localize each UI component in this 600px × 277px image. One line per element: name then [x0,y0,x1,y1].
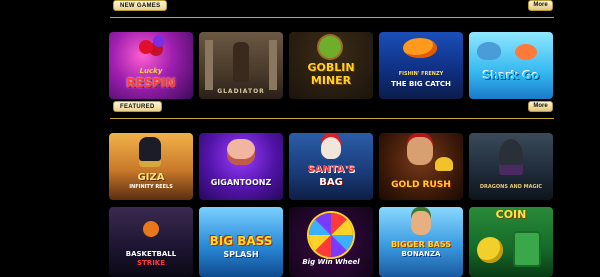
game-title: COIN [495,208,527,221]
santa-icon [321,137,341,159]
game-tile-santas-bag[interactable]: SANTA'S BAG [289,133,373,200]
game-title: INFINITY REELS [129,184,173,190]
game-title: STRIKE [136,259,166,267]
game-title: BIG BASS [209,234,273,248]
game-title: DRAGONS AND MAGIC [479,184,543,190]
game-title: GOLD RUSH [391,180,451,190]
shark-icon [515,44,537,60]
new-games-divider [110,17,554,18]
game-title: RESPIN [126,76,176,90]
game-title: GOBLIN [307,61,355,74]
game-lobby: NEW GAMES More Lucky RESPIN GLADIATOR GO… [0,0,600,277]
game-tile-gladiator[interactable]: GLADIATOR [199,32,283,99]
game-title: THE BIG CATCH [391,80,451,88]
featured-divider [110,118,554,119]
game-title: GIZA [137,172,165,183]
shark-icon [477,42,501,60]
wizard-icon [499,139,523,175]
game-tile-big-win-wheel[interactable]: Big Win Wheel [289,207,373,277]
game-tile-lucky-respin[interactable]: Lucky RESPIN [109,32,193,99]
grape-icon [153,35,165,47]
game-tile-dragons-and-magic[interactable]: DRAGONS AND MAGIC [469,133,553,200]
column-right [269,40,277,90]
cherry-icon [139,40,153,54]
game-title: BONANZA [401,250,441,258]
new-games-tag[interactable]: NEW GAMES [113,0,168,11]
gladiator-figure [233,42,249,82]
game-title: BASKETBALL [125,250,177,258]
game-title: BIGGER BASS [390,240,452,249]
game-tile-giza[interactable]: GIZA INFINITY REELS [109,133,193,200]
game-title: SANTA'S [307,164,355,175]
game-tile-gigantoonz[interactable]: GIGANTOONZ [199,133,283,200]
miner-icon [407,137,433,165]
goblin-icon [319,36,341,58]
game-title: GLADIATOR [217,88,265,95]
box-character-icon [513,231,541,267]
game-title: BAG [319,177,343,188]
game-tile-goblin-miner[interactable]: GOBLIN MINER [289,32,373,99]
monster-icon [227,139,255,165]
game-tile-shark-go[interactable]: Shark Go [469,32,553,99]
featured-more-button[interactable]: More [528,101,553,112]
game-title: FISHIN' FRENZY [398,71,444,77]
coin-character-icon [477,237,503,263]
game-tile-fishin-frenzy[interactable]: FISHIN' FRENZY THE BIG CATCH [379,32,463,99]
game-title: Big Win Wheel [302,258,360,266]
game-title: GIGANTOONZ [210,178,272,187]
wheel-icon [309,213,353,257]
game-tile-basketball-strike[interactable]: BASKETBALL STRIKE [109,207,193,277]
fish-icon [403,38,437,58]
game-title: Lucky [139,67,163,75]
game-tile-coin[interactable]: COIN [469,207,553,277]
game-title: Shark Go [482,69,540,82]
basketball-icon [143,221,159,237]
fisherman-icon [411,211,431,235]
column-left [205,40,213,90]
new-games-more-button[interactable]: More [528,0,553,11]
game-tile-bigger-bass-bonanza[interactable]: BIGGER BASS BONANZA [379,207,463,277]
game-tile-gold-rush[interactable]: GOLD RUSH [379,133,463,200]
game-title: SPLASH [223,250,259,259]
anubis-icon [139,137,161,167]
gold-pile-icon [435,157,453,171]
featured-tag[interactable]: FEATURED [113,101,162,112]
game-tile-big-bass-splash[interactable]: BIG BASS SPLASH [199,207,283,277]
game-title: MINER [310,74,352,87]
